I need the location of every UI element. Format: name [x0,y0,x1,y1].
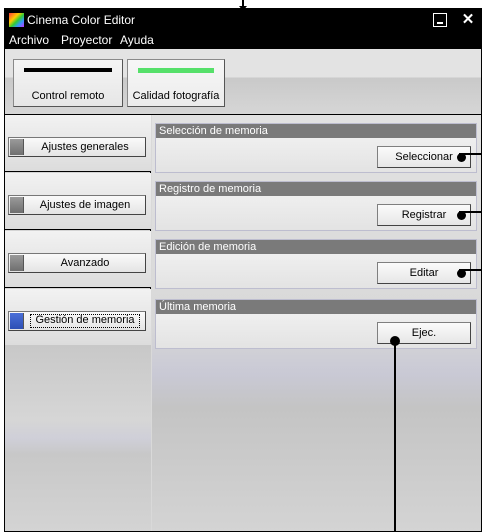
memory-management-button[interactable]: Gestión de memoria [8,311,146,331]
photo-quality-button[interactable]: Calidad fotografía [127,59,225,107]
select-button-label: Seleccionar [395,151,453,163]
menu-bar: Archivo Proyector Ayuda [5,31,481,49]
general-settings-button[interactable]: Ajustes generales [8,137,146,157]
advanced-label: Avanzado [60,257,110,269]
callout-dot-icon [390,336,400,346]
image-settings-button[interactable]: Ajustes de imagen [8,195,146,215]
sidebar-section-image: Ajustes de imagen [5,173,151,230]
callout-line-select [459,153,482,155]
minimize-icon[interactable] [433,13,447,27]
section-title: Última memoria [156,300,476,314]
memory-panel: Selección de memoria Seleccionar Registr… [152,115,481,531]
top-arrow-marker [239,0,247,11]
app-window: Cinema Color Editor ✕ Archivo Proyector … [4,8,482,532]
last-memory-section: Última memoria Ejec. [155,299,477,349]
sidebar-section-advanced: Avanzado [5,231,151,288]
photo-quality-indicator-bar [138,68,214,73]
section-title: Registro de memoria [156,182,476,196]
select-button[interactable]: Seleccionar [377,146,471,168]
callout-line-edit [459,269,482,271]
advanced-button[interactable]: Avanzado [8,253,146,273]
memory-management-label: Gestión de memoria [29,313,141,329]
photo-quality-label: Calidad fotografía [132,90,220,102]
menu-proyector[interactable]: Proyector [61,33,112,47]
sidebar-section-general: Ajustes generales [5,115,151,172]
title-bar[interactable]: Cinema Color Editor ✕ [5,9,481,31]
settings-sidebar: Ajustes generales Ajustes de imagen Avan… [5,115,151,531]
remote-indicator-bar [24,68,112,72]
edit-button-label: Editar [409,267,439,279]
memory-select-section: Selección de memoria Seleccionar [155,123,477,173]
sidebar-empty-area [5,345,151,531]
mode-panel: Control remoto Calidad fotografía [5,49,481,115]
image-settings-label: Ajustes de imagen [39,199,131,211]
inactive-indicator-icon [10,197,24,213]
edit-button[interactable]: Editar [377,262,471,284]
callout-line-execute [394,340,396,532]
color-spectrum-icon [9,13,24,27]
execute-button-label: Ejec. [411,327,437,339]
remote-control-label: Control remoto [31,90,105,102]
menu-archivo[interactable]: Archivo [9,33,49,47]
callout-line-register [459,211,482,213]
menu-ayuda[interactable]: Ayuda [120,33,154,47]
active-indicator-icon [10,313,24,329]
memory-register-section: Registro de memoria Registrar [155,181,477,231]
register-button-label: Registrar [401,209,447,221]
section-title: Edición de memoria [156,240,476,254]
inactive-indicator-icon [10,255,24,271]
remote-control-button[interactable]: Control remoto [13,59,123,107]
window-title: Cinema Color Editor [27,13,136,27]
memory-edit-section: Edición de memoria Editar [155,239,477,289]
register-button[interactable]: Registrar [377,204,471,226]
general-settings-label: Ajustes generales [41,141,129,153]
section-title: Selección de memoria [156,124,476,138]
inactive-indicator-icon [10,139,24,155]
sidebar-section-memory: Gestión de memoria [5,289,151,346]
close-icon[interactable]: ✕ [461,12,475,27]
